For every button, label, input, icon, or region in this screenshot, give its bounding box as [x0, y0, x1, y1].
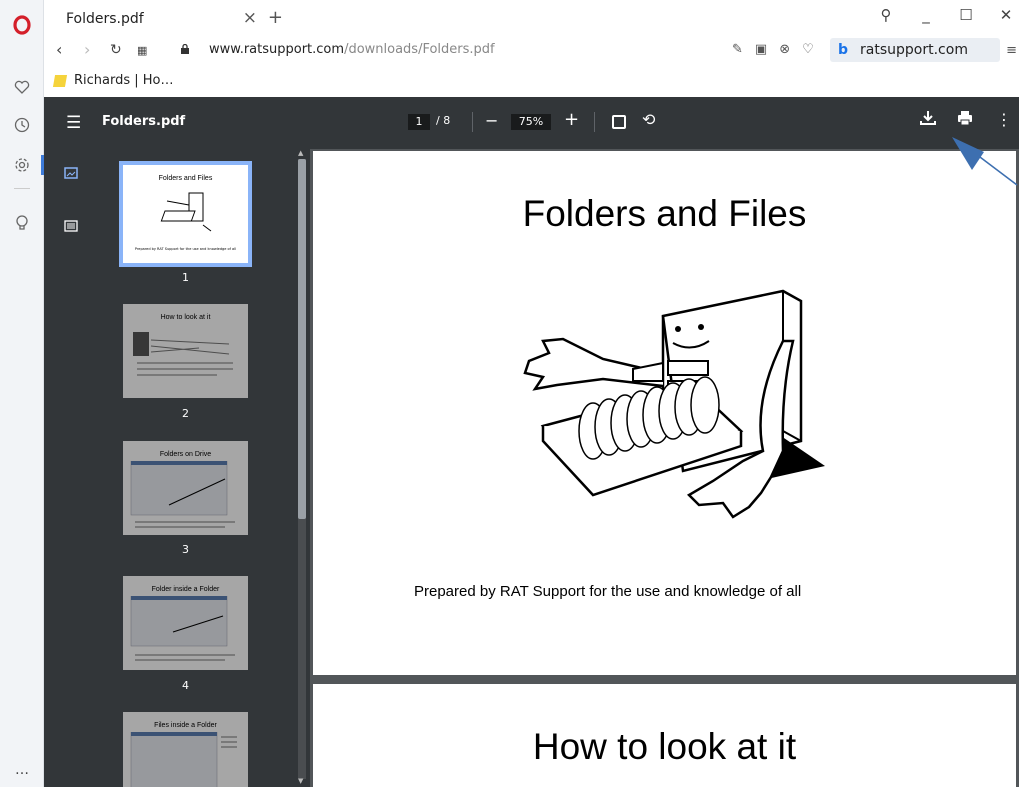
annotation-arrow [952, 137, 1018, 186]
